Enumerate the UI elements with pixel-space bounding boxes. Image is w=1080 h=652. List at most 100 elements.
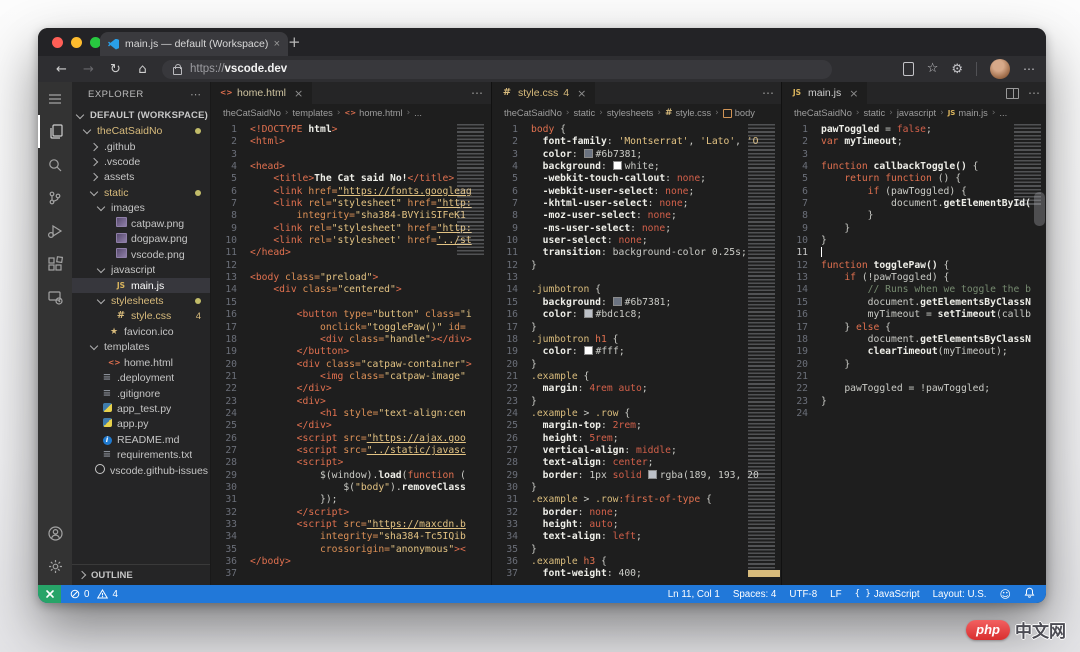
- code-line[interactable]: 5 -webkit-touch-callout: none;: [492, 173, 782, 185]
- code-line[interactable]: 2<html>: [211, 136, 491, 148]
- address-bar[interactable]: https://vscode.dev: [162, 60, 832, 79]
- back-icon[interactable]: ←: [48, 62, 75, 77]
- code-line[interactable]: 16 myTimeout = setTimeout(callb: [782, 309, 1046, 321]
- remote-explorer-icon[interactable]: [38, 280, 72, 313]
- code-line[interactable]: 33 <script src="https://maxcdn.b: [211, 519, 491, 531]
- tree-item-DEFAULT (WORKSPACE)[interactable]: DEFAULT (WORKSPACE): [72, 108, 210, 123]
- code-line[interactable]: 12function togglePaw() {: [782, 260, 1046, 272]
- code-line[interactable]: 9 }: [782, 223, 1046, 235]
- reading-mode-icon[interactable]: [903, 62, 914, 76]
- code-line[interactable]: 4 background: white;: [492, 161, 782, 173]
- code-line[interactable]: 3: [782, 149, 1046, 161]
- code-line[interactable]: 25 margin-top: 2rem;: [492, 420, 782, 432]
- problems-status[interactable]: 0 4: [61, 589, 127, 600]
- code-line[interactable]: 17 } else {: [782, 322, 1046, 334]
- tree-item-assets[interactable]: assets: [72, 170, 210, 185]
- code-line[interactable]: 26 height: 5rem;: [492, 433, 782, 445]
- code-line[interactable]: 37 font-weight: 400;: [492, 568, 782, 580]
- code-line[interactable]: 12: [211, 260, 491, 272]
- minimap[interactable]: [457, 124, 489, 256]
- code-line[interactable]: 22 margin: 4rem auto;: [492, 383, 782, 395]
- code-line[interactable]: 15: [211, 297, 491, 309]
- tree-item-.gitignore[interactable]: ≡.gitignore: [72, 386, 210, 401]
- explorer-icon[interactable]: [38, 115, 72, 148]
- home-icon[interactable]: ⌂: [129, 62, 156, 77]
- tree-item-main.js[interactable]: JSmain.js: [72, 278, 210, 293]
- new-tab-button[interactable]: +: [288, 33, 301, 51]
- code-editor[interactable]: 1pawToggled = false;2var myTimeout;34fun…: [782, 122, 1046, 585]
- tree-item-catpaw.png[interactable]: catpaw.png: [72, 216, 210, 231]
- account-icon[interactable]: [38, 517, 72, 550]
- code-line[interactable]: 4function callbackToggle() {: [782, 161, 1046, 173]
- code-line[interactable]: 15 document.getElementsByClassN: [782, 297, 1046, 309]
- breadcrumb-item[interactable]: #style.css: [665, 108, 711, 118]
- code-line[interactable]: 24 <h1 style="text-align:cen: [211, 408, 491, 420]
- code-editor[interactable]: 1body {2 font-family: 'Montserrat', 'Lat…: [492, 122, 782, 585]
- code-line[interactable]: 7 <link rel="stylesheet" href="http:: [211, 198, 491, 210]
- code-line[interactable]: 13 if (!pawToggled) {: [782, 272, 1046, 284]
- tree-item-app.py[interactable]: app.py: [72, 417, 210, 432]
- close-icon[interactable]: ×: [849, 87, 858, 100]
- code-line[interactable]: 22 pawToggled = !pawToggled;: [782, 383, 1046, 395]
- status-item-lf[interactable]: LF: [830, 589, 841, 600]
- code-line[interactable]: 3 color: #6b7381;: [492, 149, 782, 161]
- code-line[interactable]: 2var myTimeout;: [782, 136, 1046, 148]
- tree-item-dogpaw.png[interactable]: dogpaw.png: [72, 232, 210, 247]
- breadcrumb-item[interactable]: javascript: [897, 108, 936, 118]
- code-line[interactable]: 34 integrity="sha384-Tc5IQib: [211, 531, 491, 543]
- code-line[interactable]: 21: [782, 371, 1046, 383]
- code-line[interactable]: 11</head>: [211, 247, 491, 259]
- tab-close-icon[interactable]: ×: [274, 38, 280, 50]
- browser-tab[interactable]: main.js — default (Workspace) ×: [100, 32, 288, 56]
- tab-main.js[interactable]: JSmain.js×: [782, 82, 867, 104]
- tree-item-README.md[interactable]: iREADME.md: [72, 432, 210, 447]
- breadcrumb-item[interactable]: static: [574, 108, 596, 118]
- refresh-icon[interactable]: ↻: [102, 62, 129, 77]
- minimize-window-button[interactable]: [71, 37, 82, 48]
- code-line[interactable]: 14 // Runs when we toggle the b: [782, 284, 1046, 296]
- source-control-icon[interactable]: [38, 181, 72, 214]
- breadcrumb-item[interactable]: theCatSaidNo: [794, 108, 852, 118]
- code-line[interactable]: 10}: [782, 235, 1046, 247]
- tree-item-javascript[interactable]: javascript: [72, 262, 210, 277]
- code-line[interactable]: 5 return function () {: [782, 173, 1046, 185]
- more-actions-icon[interactable]: ⋯: [1028, 86, 1040, 100]
- breadcrumb-item[interactable]: ...: [414, 108, 422, 118]
- status-item-layout-u-s-[interactable]: Layout: U.S.: [933, 589, 987, 600]
- code-line[interactable]: 20 <div class="catpaw-container">: [211, 359, 491, 371]
- menu-icon[interactable]: [38, 82, 72, 115]
- feedback-smiley-icon[interactable]: ☺: [1000, 588, 1011, 601]
- split-editor-icon[interactable]: [1006, 88, 1019, 99]
- code-line[interactable]: 20}: [492, 359, 782, 371]
- code-line[interactable]: 3: [211, 149, 491, 161]
- code-line[interactable]: 36.example h3 {: [492, 556, 782, 568]
- code-line[interactable]: 23}: [782, 396, 1046, 408]
- url-text[interactable]: https://vscode.dev: [190, 63, 287, 75]
- code-line[interactable]: 29 border: 1px solid rgba(189, 193, 20: [492, 470, 782, 482]
- code-line[interactable]: 36</body>: [211, 556, 491, 568]
- close-icon[interactable]: ×: [294, 87, 303, 100]
- status-item-ln-11-col-1[interactable]: Ln 11, Col 1: [668, 589, 720, 600]
- tree-item-favicon.ico[interactable]: ★favicon.ico: [72, 324, 210, 339]
- minimap[interactable]: [748, 124, 780, 576]
- tree-item-templates[interactable]: templates: [72, 340, 210, 355]
- close-window-button[interactable]: [52, 37, 63, 48]
- code-line[interactable]: 27 vertical-align: middle;: [492, 445, 782, 457]
- tree-item-.github[interactable]: .github: [72, 139, 210, 154]
- code-line[interactable]: 19 </button>: [211, 346, 491, 358]
- code-line[interactable]: 7 -khtml-user-select: none;: [492, 198, 782, 210]
- code-line[interactable]: 6 -webkit-user-select: none;: [492, 186, 782, 198]
- code-line[interactable]: 28 <script>: [211, 457, 491, 469]
- extensions-icon[interactable]: ⚙: [951, 63, 963, 76]
- code-line[interactable]: 31.example > .row:first-of-type {: [492, 494, 782, 506]
- breadcrumb-item[interactable]: theCatSaidNo: [223, 108, 281, 118]
- scrollbar[interactable]: [1034, 192, 1045, 226]
- code-line[interactable]: 9 -ms-user-select: none;: [492, 223, 782, 235]
- tree-item-vscode.png[interactable]: vscode.png: [72, 247, 210, 262]
- tree-item-static[interactable]: static: [72, 185, 210, 200]
- tree-item-requirements.txt[interactable]: ≡requirements.txt: [72, 448, 210, 463]
- code-line[interactable]: 8 integrity="sha384-BVYiiSIFeK1: [211, 210, 491, 222]
- tab-style.css[interactable]: #style.css4×: [492, 82, 595, 104]
- code-line[interactable]: 32 border: none;: [492, 507, 782, 519]
- code-line[interactable]: 11 transition: background-color 0.25s;: [492, 247, 782, 259]
